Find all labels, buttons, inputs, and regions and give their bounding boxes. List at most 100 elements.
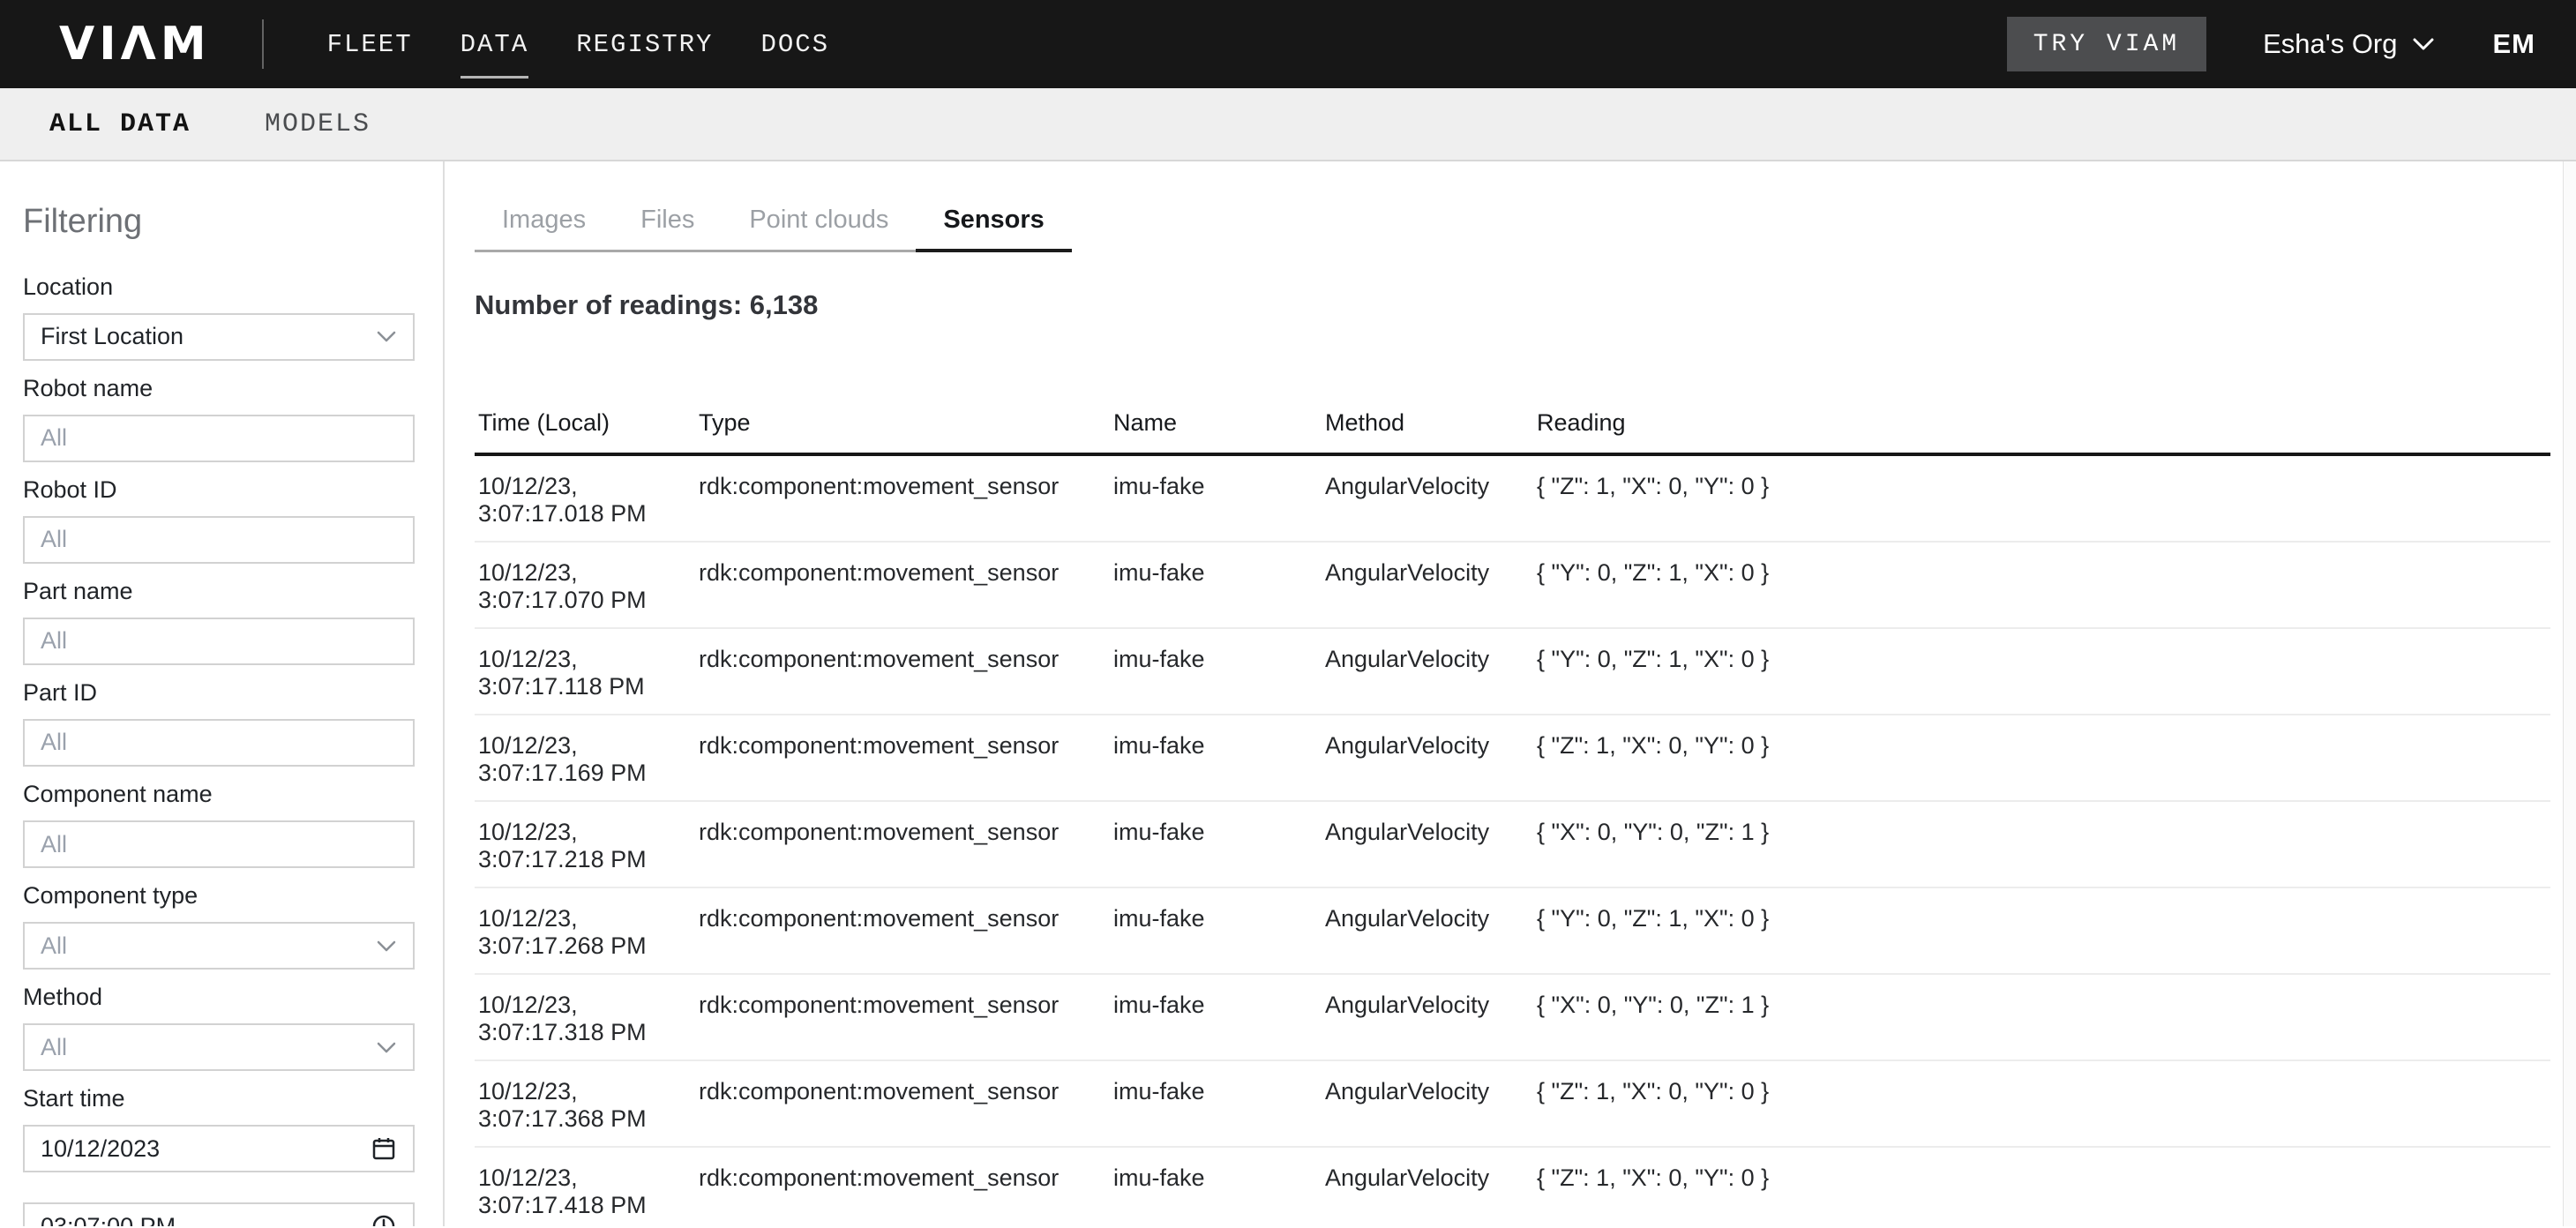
cell-reading: { "Z": 1, "X": 0, "Y": 0 }: [1537, 473, 2550, 541]
nav-link-data[interactable]: DATA: [461, 26, 529, 63]
robot-name-input[interactable]: [23, 415, 415, 462]
table-row: 10/12/23,3:07:17.070 PM rdk:component:mo…: [475, 543, 2550, 629]
tab-images[interactable]: Images: [475, 193, 613, 250]
robot-name-field: Robot name: [23, 373, 415, 462]
chevron-down-icon: [376, 330, 397, 343]
start-time-label: Start time: [23, 1083, 415, 1114]
viam-logo[interactable]: VIΛM: [59, 21, 211, 67]
cell-reading: { "Z": 1, "X": 0, "Y": 0 }: [1537, 1078, 2550, 1146]
cell-name: imu-fake: [1113, 905, 1325, 973]
table-row: 10/12/23,3:07:17.018 PM rdk:component:mo…: [475, 456, 2550, 543]
component-name-label: Component name: [23, 779, 415, 810]
part-name-field: Part name: [23, 576, 415, 665]
component-type-select[interactable]: All: [23, 922, 415, 970]
chevron-down-icon: [376, 940, 397, 953]
cell-reading: { "Z": 1, "X": 0, "Y": 0 }: [1537, 1164, 2550, 1228]
navbar-divider: [262, 19, 264, 69]
table-row: 10/12/23,3:07:17.318 PM rdk:component:mo…: [475, 975, 2550, 1061]
cell-name: imu-fake: [1113, 559, 1325, 627]
data-type-tabs: Images Files Point clouds Sensors: [475, 193, 1072, 252]
cell-name: imu-fake: [1113, 1078, 1325, 1146]
nav-link-registry[interactable]: REGISTRY: [576, 26, 713, 63]
cell-method: AngularVelocity: [1325, 1164, 1537, 1228]
robot-id-input[interactable]: [23, 516, 415, 564]
part-id-input[interactable]: [23, 719, 415, 767]
component-type-value: All: [41, 932, 376, 960]
cell-name: imu-fake: [1113, 992, 1325, 1060]
column-header-name: Name: [1113, 409, 1325, 437]
cell-time: 10/12/23,3:07:17.118 PM: [478, 646, 699, 714]
cell-name: imu-fake: [1113, 473, 1325, 541]
table-row: 10/12/23,3:07:17.169 PM rdk:component:mo…: [475, 715, 2550, 802]
table-row: 10/12/23,3:07:17.418 PM rdk:component:mo…: [475, 1148, 2550, 1228]
component-name-field: Component name: [23, 779, 415, 868]
location-label: Location: [23, 272, 415, 303]
location-select[interactable]: First Location: [23, 313, 415, 361]
cell-reading: { "X": 0, "Y": 0, "Z": 1 }: [1537, 992, 2550, 1060]
cell-time: 10/12/23,3:07:17.318 PM: [478, 992, 699, 1060]
subnav-item-all-data[interactable]: ALL DATA: [49, 109, 191, 139]
cell-name: imu-fake: [1113, 819, 1325, 887]
cell-type: rdk:component:movement_sensor: [699, 905, 1113, 973]
vertical-scrollbar[interactable]: [2563, 161, 2576, 1226]
tab-files[interactable]: Files: [613, 193, 722, 250]
cell-name: imu-fake: [1113, 646, 1325, 714]
cell-time: 10/12/23,3:07:17.418 PM: [478, 1164, 699, 1228]
tab-sensors[interactable]: Sensors: [916, 193, 1071, 250]
cell-reading: { "Y": 0, "Z": 1, "X": 0 }: [1537, 905, 2550, 973]
location-field: Location First Location: [23, 272, 415, 361]
cell-reading: { "Z": 1, "X": 0, "Y": 0 }: [1537, 732, 2550, 800]
method-select[interactable]: All: [23, 1023, 415, 1071]
readings-count: Number of readings: 6,138: [475, 289, 2550, 321]
table-row: 10/12/23,3:07:17.118 PM rdk:component:mo…: [475, 629, 2550, 715]
try-viam-button[interactable]: TRY VIAM: [2007, 17, 2206, 71]
table-row: 10/12/23,3:07:17.268 PM rdk:component:mo…: [475, 888, 2550, 975]
org-switcher-dropdown[interactable]: Esha's Org: [2263, 28, 2434, 60]
data-panel: Images Files Point clouds Sensors Number…: [445, 161, 2576, 1226]
start-date-value: 10/12/2023: [41, 1135, 371, 1163]
cell-type: rdk:component:movement_sensor: [699, 559, 1113, 627]
table-row: 10/12/23,3:07:17.368 PM rdk:component:mo…: [475, 1061, 2550, 1148]
column-header-type: Type: [699, 409, 1113, 437]
method-field: Method All: [23, 982, 415, 1071]
start-date-input[interactable]: 10/12/2023: [23, 1125, 415, 1172]
data-subnav: ALL DATA MODELS: [0, 88, 2576, 161]
table-header-row: Time (Local) Type Name Method Reading: [475, 409, 2550, 456]
user-avatar[interactable]: EM: [2493, 28, 2536, 60]
robot-id-label: Robot ID: [23, 475, 415, 505]
cell-reading: { "Y": 0, "Z": 1, "X": 0 }: [1537, 646, 2550, 714]
cell-method: AngularVelocity: [1325, 646, 1537, 714]
cell-type: rdk:component:movement_sensor: [699, 646, 1113, 714]
part-id-label: Part ID: [23, 678, 415, 708]
cell-type: rdk:component:movement_sensor: [699, 819, 1113, 887]
component-type-label: Component type: [23, 880, 415, 911]
method-label: Method: [23, 982, 415, 1013]
part-name-input[interactable]: [23, 618, 415, 665]
tab-point-clouds[interactable]: Point clouds: [722, 193, 916, 250]
cell-type: rdk:component:movement_sensor: [699, 473, 1113, 541]
cell-method: AngularVelocity: [1325, 732, 1537, 800]
filtering-title: Filtering: [23, 201, 415, 243]
cell-method: AngularVelocity: [1325, 905, 1537, 973]
component-name-input[interactable]: [23, 820, 415, 868]
primary-nav: FLEET DATA REGISTRY DOCS: [327, 0, 830, 88]
cell-type: rdk:component:movement_sensor: [699, 1078, 1113, 1146]
cell-method: AngularVelocity: [1325, 1078, 1537, 1146]
method-value: All: [41, 1034, 376, 1061]
cell-time: 10/12/23,3:07:17.218 PM: [478, 819, 699, 887]
nav-link-docs[interactable]: DOCS: [760, 26, 829, 63]
robot-id-field: Robot ID: [23, 475, 415, 564]
subnav-item-models[interactable]: MODELS: [265, 109, 371, 139]
location-value: First Location: [41, 323, 376, 350]
column-header-reading: Reading: [1537, 409, 2550, 437]
org-name: Esha's Org: [2263, 28, 2397, 60]
start-time-value: 03:07:00 PM: [41, 1213, 371, 1226]
nav-link-fleet[interactable]: FLEET: [327, 26, 413, 63]
cell-time: 10/12/23,3:07:17.368 PM: [478, 1078, 699, 1146]
navbar-right-group: TRY VIAM Esha's Org EM: [2007, 17, 2535, 71]
cell-method: AngularVelocity: [1325, 559, 1537, 627]
cell-time: 10/12/23,3:07:17.070 PM: [478, 559, 699, 627]
clock-icon: [371, 1213, 397, 1226]
cell-time: 10/12/23,3:07:17.169 PM: [478, 732, 699, 800]
start-time-input[interactable]: 03:07:00 PM: [23, 1202, 415, 1226]
